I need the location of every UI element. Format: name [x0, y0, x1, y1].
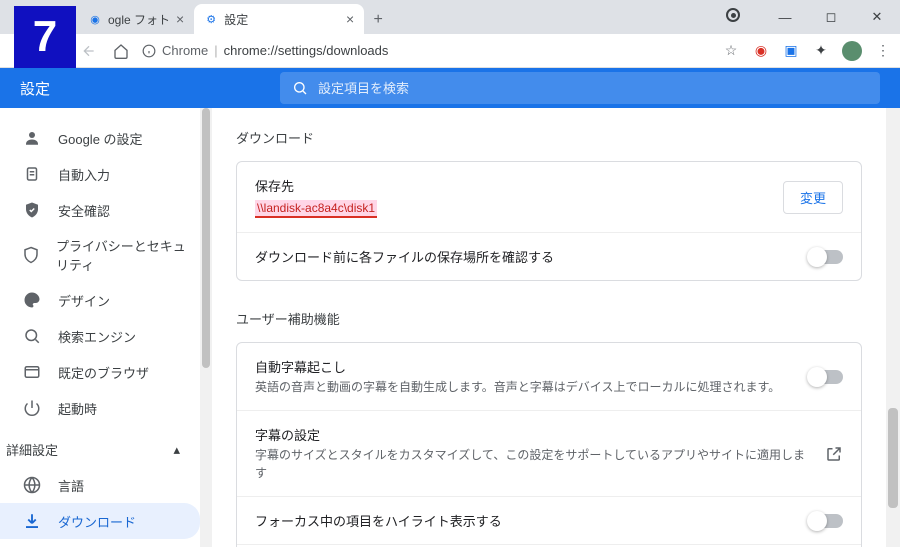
accessibility-card: 自動字幕起こし 英語の音声と動画の字幕を自動生成します。音声と字幕はデバイス上で…: [236, 342, 862, 547]
sidebar-item-label: ダウンロード: [58, 512, 136, 531]
star-icon[interactable]: ☆: [722, 42, 740, 60]
section-title-downloads: ダウンロード: [236, 128, 862, 147]
omnibox-separator: |: [214, 43, 217, 58]
settings-search[interactable]: [280, 72, 880, 104]
focus-highlight-row: フォーカス中の項目をハイライト表示する: [237, 496, 861, 544]
row-title: 字幕の設定: [255, 425, 809, 444]
section-title-accessibility: ユーザー補助機能: [236, 309, 862, 328]
scrollbar-thumb[interactable]: [888, 408, 898, 508]
palette-icon: [22, 290, 42, 310]
location-path-value: \\landisk-ac8a4c\disk1: [255, 200, 377, 218]
sidebar-item-autofill[interactable]: 自動入力: [0, 156, 200, 192]
extensions-puzzle-icon[interactable]: ✦: [812, 42, 830, 60]
sidebar-item-downloads[interactable]: ダウンロード: [0, 503, 200, 539]
omnibox-path: chrome://settings/downloads: [224, 43, 389, 58]
sidebar-scrollbar[interactable]: [200, 108, 212, 547]
sidebar-item-languages[interactable]: 言語: [0, 467, 200, 503]
row-title: フォーカス中の項目をハイライト表示する: [255, 511, 793, 530]
sidebar-advanced-toggle[interactable]: 詳細設定 ▴: [0, 432, 200, 467]
tab-settings[interactable]: ⚙ 設定 ×: [194, 4, 364, 34]
sidebar-item-label: 検索エンジン: [58, 327, 136, 346]
download-location-row: 保存先 \\landisk-ac8a4c\disk1 変更: [237, 162, 861, 232]
photos-favicon-icon: ◉: [88, 12, 102, 26]
settings-header-title: 設定: [20, 78, 50, 99]
extension-red-icon[interactable]: ◉: [752, 42, 770, 60]
settings-main: ダウンロード 保存先 \\landisk-ac8a4c\disk1 変更 ダウン…: [212, 108, 886, 547]
sidebar-item-label: 既定のブラウザ: [58, 363, 149, 382]
settings-sidebar: Google の設定 自動入力 安全確認 プライバシーとセキュリティ デザイン …: [0, 108, 200, 547]
sidebar-item-label: 自動入力: [58, 165, 110, 184]
row-desc: 字幕のサイズとスタイルをカスタマイズして、この設定をサポートしているアプリやサイ…: [255, 446, 809, 482]
sidebar-advanced-label: 詳細設定: [6, 440, 58, 459]
sidebar-item-accessibility[interactable]: ユーザー補助機能: [0, 539, 200, 547]
ask-before-download-row: ダウンロード前に各ファイルの保存場所を確認する: [237, 232, 861, 280]
toolbar-right: ☆ ◉ ▣ ✦ ⋮: [722, 41, 892, 61]
annotation-badge: 7: [14, 6, 76, 68]
sidebar-item-label: プライバシーとセキュリティ: [56, 236, 192, 274]
gear-icon: ⚙: [204, 12, 218, 26]
ask-before-label: ダウンロード前に各ファイルの保存場所を確認する: [255, 247, 793, 266]
tab-label: ogle フォト: [108, 11, 170, 28]
caption-settings-row[interactable]: 字幕の設定 字幕のサイズとスタイルをカスタマイズして、この設定をサポートしている…: [237, 410, 861, 496]
minimize-button[interactable]: —: [762, 0, 808, 34]
shield-check-icon: [22, 200, 42, 220]
close-window-button[interactable]: ✕: [854, 0, 900, 34]
downloads-card: 保存先 \\landisk-ac8a4c\disk1 変更 ダウンロード前に各フ…: [236, 161, 862, 281]
external-link-icon: [825, 445, 843, 463]
sidebar-item-appearance[interactable]: デザイン: [0, 282, 200, 318]
tab-close-icon[interactable]: ×: [346, 11, 354, 27]
sidebar-item-label: 起動時: [58, 399, 97, 418]
sidebar-item-privacy[interactable]: プライバシーとセキュリティ: [0, 228, 200, 282]
change-location-button[interactable]: 変更: [783, 181, 843, 214]
window-titlebar: ◉ ogle フォト × ⚙ 設定 × + — ◻ ✕: [0, 0, 900, 34]
main-scrollbar[interactable]: [886, 108, 900, 547]
settings-search-input[interactable]: [318, 81, 868, 96]
live-caption-row: 自動字幕起こし 英語の音声と動画の字幕を自動生成します。音声と字幕はデバイス上で…: [237, 343, 861, 410]
omnibox[interactable]: Chrome | chrome://settings/downloads: [142, 43, 712, 58]
search-icon: [22, 326, 42, 346]
focus-highlight-toggle[interactable]: [809, 514, 843, 528]
settings-header: 設定: [0, 68, 900, 108]
chevron-up-icon: ▴: [173, 442, 180, 458]
sidebar-item-label: Google の設定: [58, 129, 143, 148]
shield-icon: [22, 245, 40, 265]
row-title: 自動字幕起こし: [255, 357, 793, 376]
location-label: 保存先: [255, 176, 767, 195]
power-icon: [22, 398, 42, 418]
scrollbar-thumb[interactable]: [202, 108, 210, 368]
row-desc: 英語の音声と動画の字幕を自動生成します。音声と字幕はデバイス上でローカルに処理さ…: [255, 378, 793, 396]
maximize-button[interactable]: ◻: [808, 0, 854, 34]
settings-body: Google の設定 自動入力 安全確認 プライバシーとセキュリティ デザイン …: [0, 108, 900, 547]
search-icon: [292, 80, 308, 96]
tab-photos[interactable]: ◉ ogle フォト ×: [78, 4, 194, 34]
record-indicator-icon: [726, 8, 740, 22]
live-caption-toggle[interactable]: [809, 370, 843, 384]
clipboard-icon: [22, 164, 42, 184]
sidebar-item-label: 安全確認: [58, 201, 110, 220]
profile-avatar[interactable]: [842, 41, 862, 61]
sidebar-item-label: デザイン: [58, 291, 110, 310]
window-controls: — ◻ ✕: [762, 0, 900, 34]
sidebar-item-searchengine[interactable]: 検索エンジン: [0, 318, 200, 354]
omnibox-origin: Chrome: [162, 43, 208, 58]
home-button[interactable]: [110, 40, 132, 62]
tab-close-icon[interactable]: ×: [176, 11, 184, 27]
ask-before-toggle[interactable]: [809, 250, 843, 264]
sidebar-item-onstartup[interactable]: 起動時: [0, 390, 200, 426]
sidebar-item-label: 言語: [58, 476, 84, 495]
back-button[interactable]: [78, 40, 100, 62]
info-icon: [142, 44, 156, 58]
globe-icon: [22, 475, 42, 495]
sidebar-item-safetycheck[interactable]: 安全確認: [0, 192, 200, 228]
toolbar: Chrome | chrome://settings/downloads ☆ ◉…: [0, 34, 900, 68]
new-tab-button[interactable]: +: [364, 6, 392, 34]
browser-icon: [22, 362, 42, 382]
extension-blue-icon[interactable]: ▣: [782, 42, 800, 60]
menu-icon[interactable]: ⋮: [874, 42, 892, 60]
sidebar-item-defaultbrowser[interactable]: 既定のブラウザ: [0, 354, 200, 390]
person-icon: [22, 128, 42, 148]
sidebar-item-google[interactable]: Google の設定: [0, 120, 200, 156]
tab-label: 設定: [224, 11, 248, 28]
download-icon: [22, 511, 42, 531]
